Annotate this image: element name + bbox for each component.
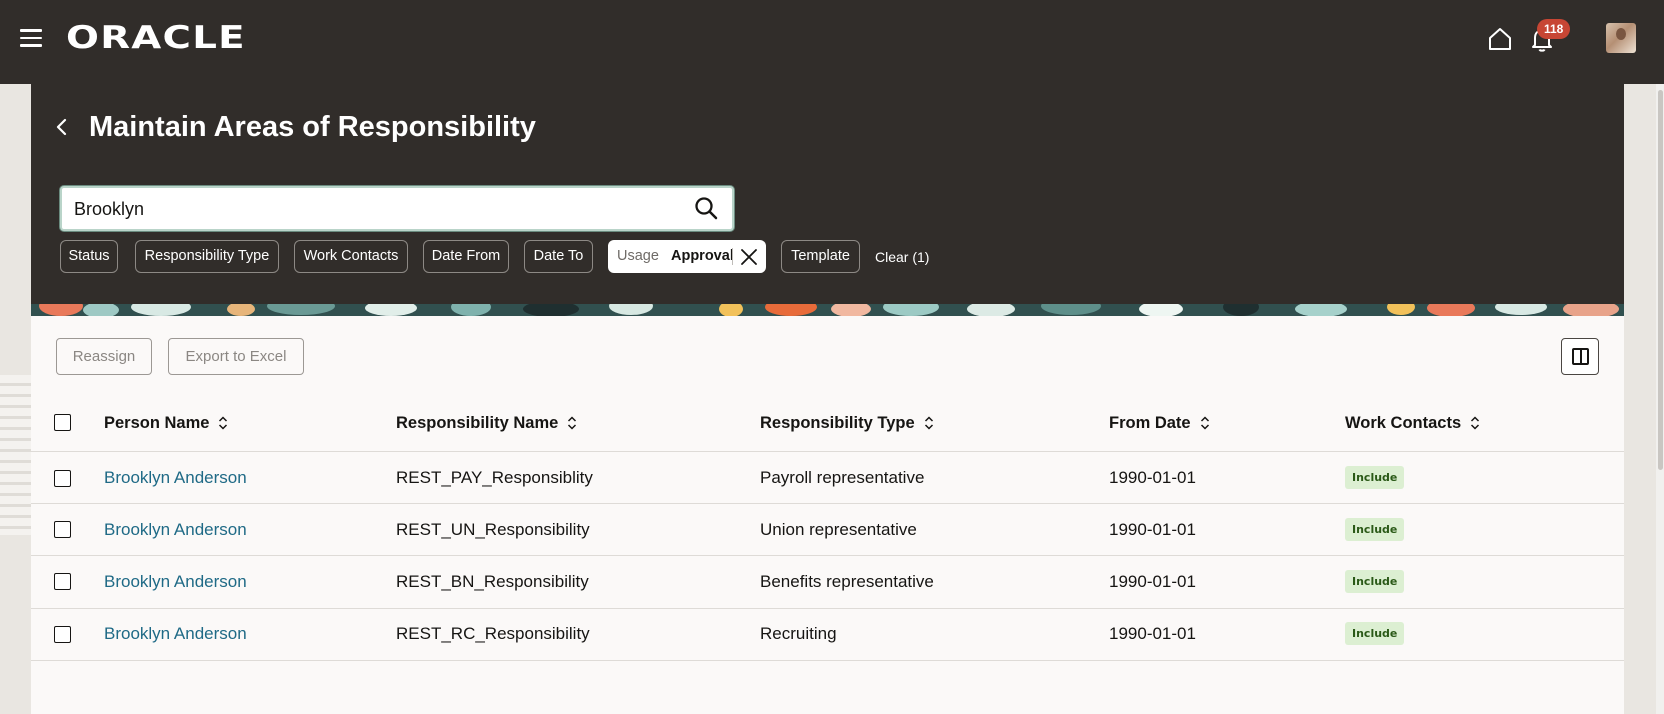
results-panel <box>31 316 1624 714</box>
column-header-person-name[interactable]: Person Name <box>104 414 228 433</box>
row-divider <box>31 660 1624 661</box>
responsibility-name-cell: REST_BN_Responsibility <box>396 572 589 591</box>
user-avatar[interactable] <box>1606 23 1636 53</box>
from-date-cell: 1990-01-01 <box>1109 624 1196 643</box>
work-contacts-tag: Include <box>1345 466 1405 489</box>
sort-icon[interactable] <box>1200 416 1210 430</box>
person-name-link[interactable]: Brooklyn Anderson <box>104 624 247 644</box>
responsibility-name-cell: REST_UN_Responsibility <box>396 520 590 539</box>
person-name-link[interactable]: Brooklyn Anderson <box>104 520 247 540</box>
column-header-responsibility-name[interactable]: Responsibility Name <box>396 414 577 433</box>
column-header-label: Person Name <box>104 414 210 432</box>
chip-divider <box>732 248 733 265</box>
responsibility-name-cell: REST_RC_Responsibility <box>396 624 590 643</box>
column-header-label: From Date <box>1109 414 1191 432</box>
back-icon[interactable] <box>54 117 70 137</box>
responsibility-type-cell: Payroll representative <box>760 468 925 487</box>
person-name-link[interactable]: Brooklyn Anderson <box>104 572 247 592</box>
filter-chip-date-to[interactable]: Date To <box>524 240 593 273</box>
menu-icon[interactable] <box>20 29 42 47</box>
person-name-link[interactable]: Brooklyn Anderson <box>104 468 247 488</box>
column-header-label: Responsibility Type <box>760 414 915 432</box>
panel-toggle-icon[interactable] <box>1561 338 1599 375</box>
row-divider <box>31 451 1624 452</box>
background-decoration <box>0 375 31 535</box>
export-to-excel-button[interactable]: Export to Excel <box>168 338 304 375</box>
search-icon[interactable] <box>693 195 719 221</box>
filter-chip-usage[interactable]: Usage Approval <box>608 240 766 273</box>
work-contacts-tag: Include <box>1345 570 1405 593</box>
row-checkbox[interactable] <box>54 470 71 487</box>
sort-icon[interactable] <box>1470 416 1480 430</box>
decorative-banner <box>31 304 1624 316</box>
sort-icon[interactable] <box>218 416 228 430</box>
sort-icon[interactable] <box>567 416 577 430</box>
filter-chip-usage-value: Approval <box>671 248 734 264</box>
oracle-logo[interactable]: ORACLE <box>66 20 246 56</box>
scrollbar-thumb[interactable] <box>1658 90 1663 470</box>
column-header-work-contacts[interactable]: Work Contacts <box>1345 414 1480 433</box>
filter-chip-status[interactable]: Status <box>60 240 118 273</box>
responsibility-type-cell: Recruiting <box>760 624 837 643</box>
from-date-cell: 1990-01-01 <box>1109 468 1196 487</box>
row-divider <box>31 555 1624 556</box>
work-contacts-tag: Include <box>1345 622 1405 645</box>
row-divider <box>31 503 1624 504</box>
row-checkbox[interactable] <box>54 573 71 590</box>
close-icon[interactable] <box>739 247 759 267</box>
page-title: Maintain Areas of Responsibility <box>89 111 536 143</box>
responsibility-name-cell: REST_PAY_Responsiblity <box>396 468 593 487</box>
column-header-label: Responsibility Name <box>396 414 559 432</box>
work-contacts-tag: Include <box>1345 518 1405 541</box>
global-header <box>0 0 1664 84</box>
filter-chip-usage-label: Usage <box>617 248 659 264</box>
reassign-button[interactable]: Reassign <box>56 338 152 375</box>
column-header-responsibility-type[interactable]: Responsibility Type <box>760 414 934 433</box>
search-field[interactable] <box>60 186 734 231</box>
row-checkbox[interactable] <box>54 626 71 643</box>
sort-icon[interactable] <box>924 416 934 430</box>
filter-chip-template[interactable]: Template <box>781 240 860 273</box>
home-icon[interactable] <box>1487 26 1513 52</box>
responsibility-type-cell: Union representative <box>760 520 917 539</box>
from-date-cell: 1990-01-01 <box>1109 572 1196 591</box>
filter-chip-date-from[interactable]: Date From <box>423 240 509 273</box>
clear-filters-link[interactable]: Clear (1) <box>875 249 929 265</box>
row-divider <box>31 608 1624 609</box>
column-header-label: Work Contacts <box>1345 414 1462 432</box>
select-all-checkbox[interactable] <box>54 414 71 431</box>
notification-badge[interactable]: 118 <box>1537 19 1571 39</box>
filter-chip-work-contacts[interactable]: Work Contacts <box>294 240 408 273</box>
responsibility-type-cell: Benefits representative <box>760 572 934 591</box>
search-input[interactable] <box>74 196 674 222</box>
filter-chip-responsibility-type[interactable]: Responsibility Type <box>135 240 279 273</box>
row-checkbox[interactable] <box>54 521 71 538</box>
column-header-from-date[interactable]: From Date <box>1109 414 1210 433</box>
from-date-cell: 1990-01-01 <box>1109 520 1196 539</box>
